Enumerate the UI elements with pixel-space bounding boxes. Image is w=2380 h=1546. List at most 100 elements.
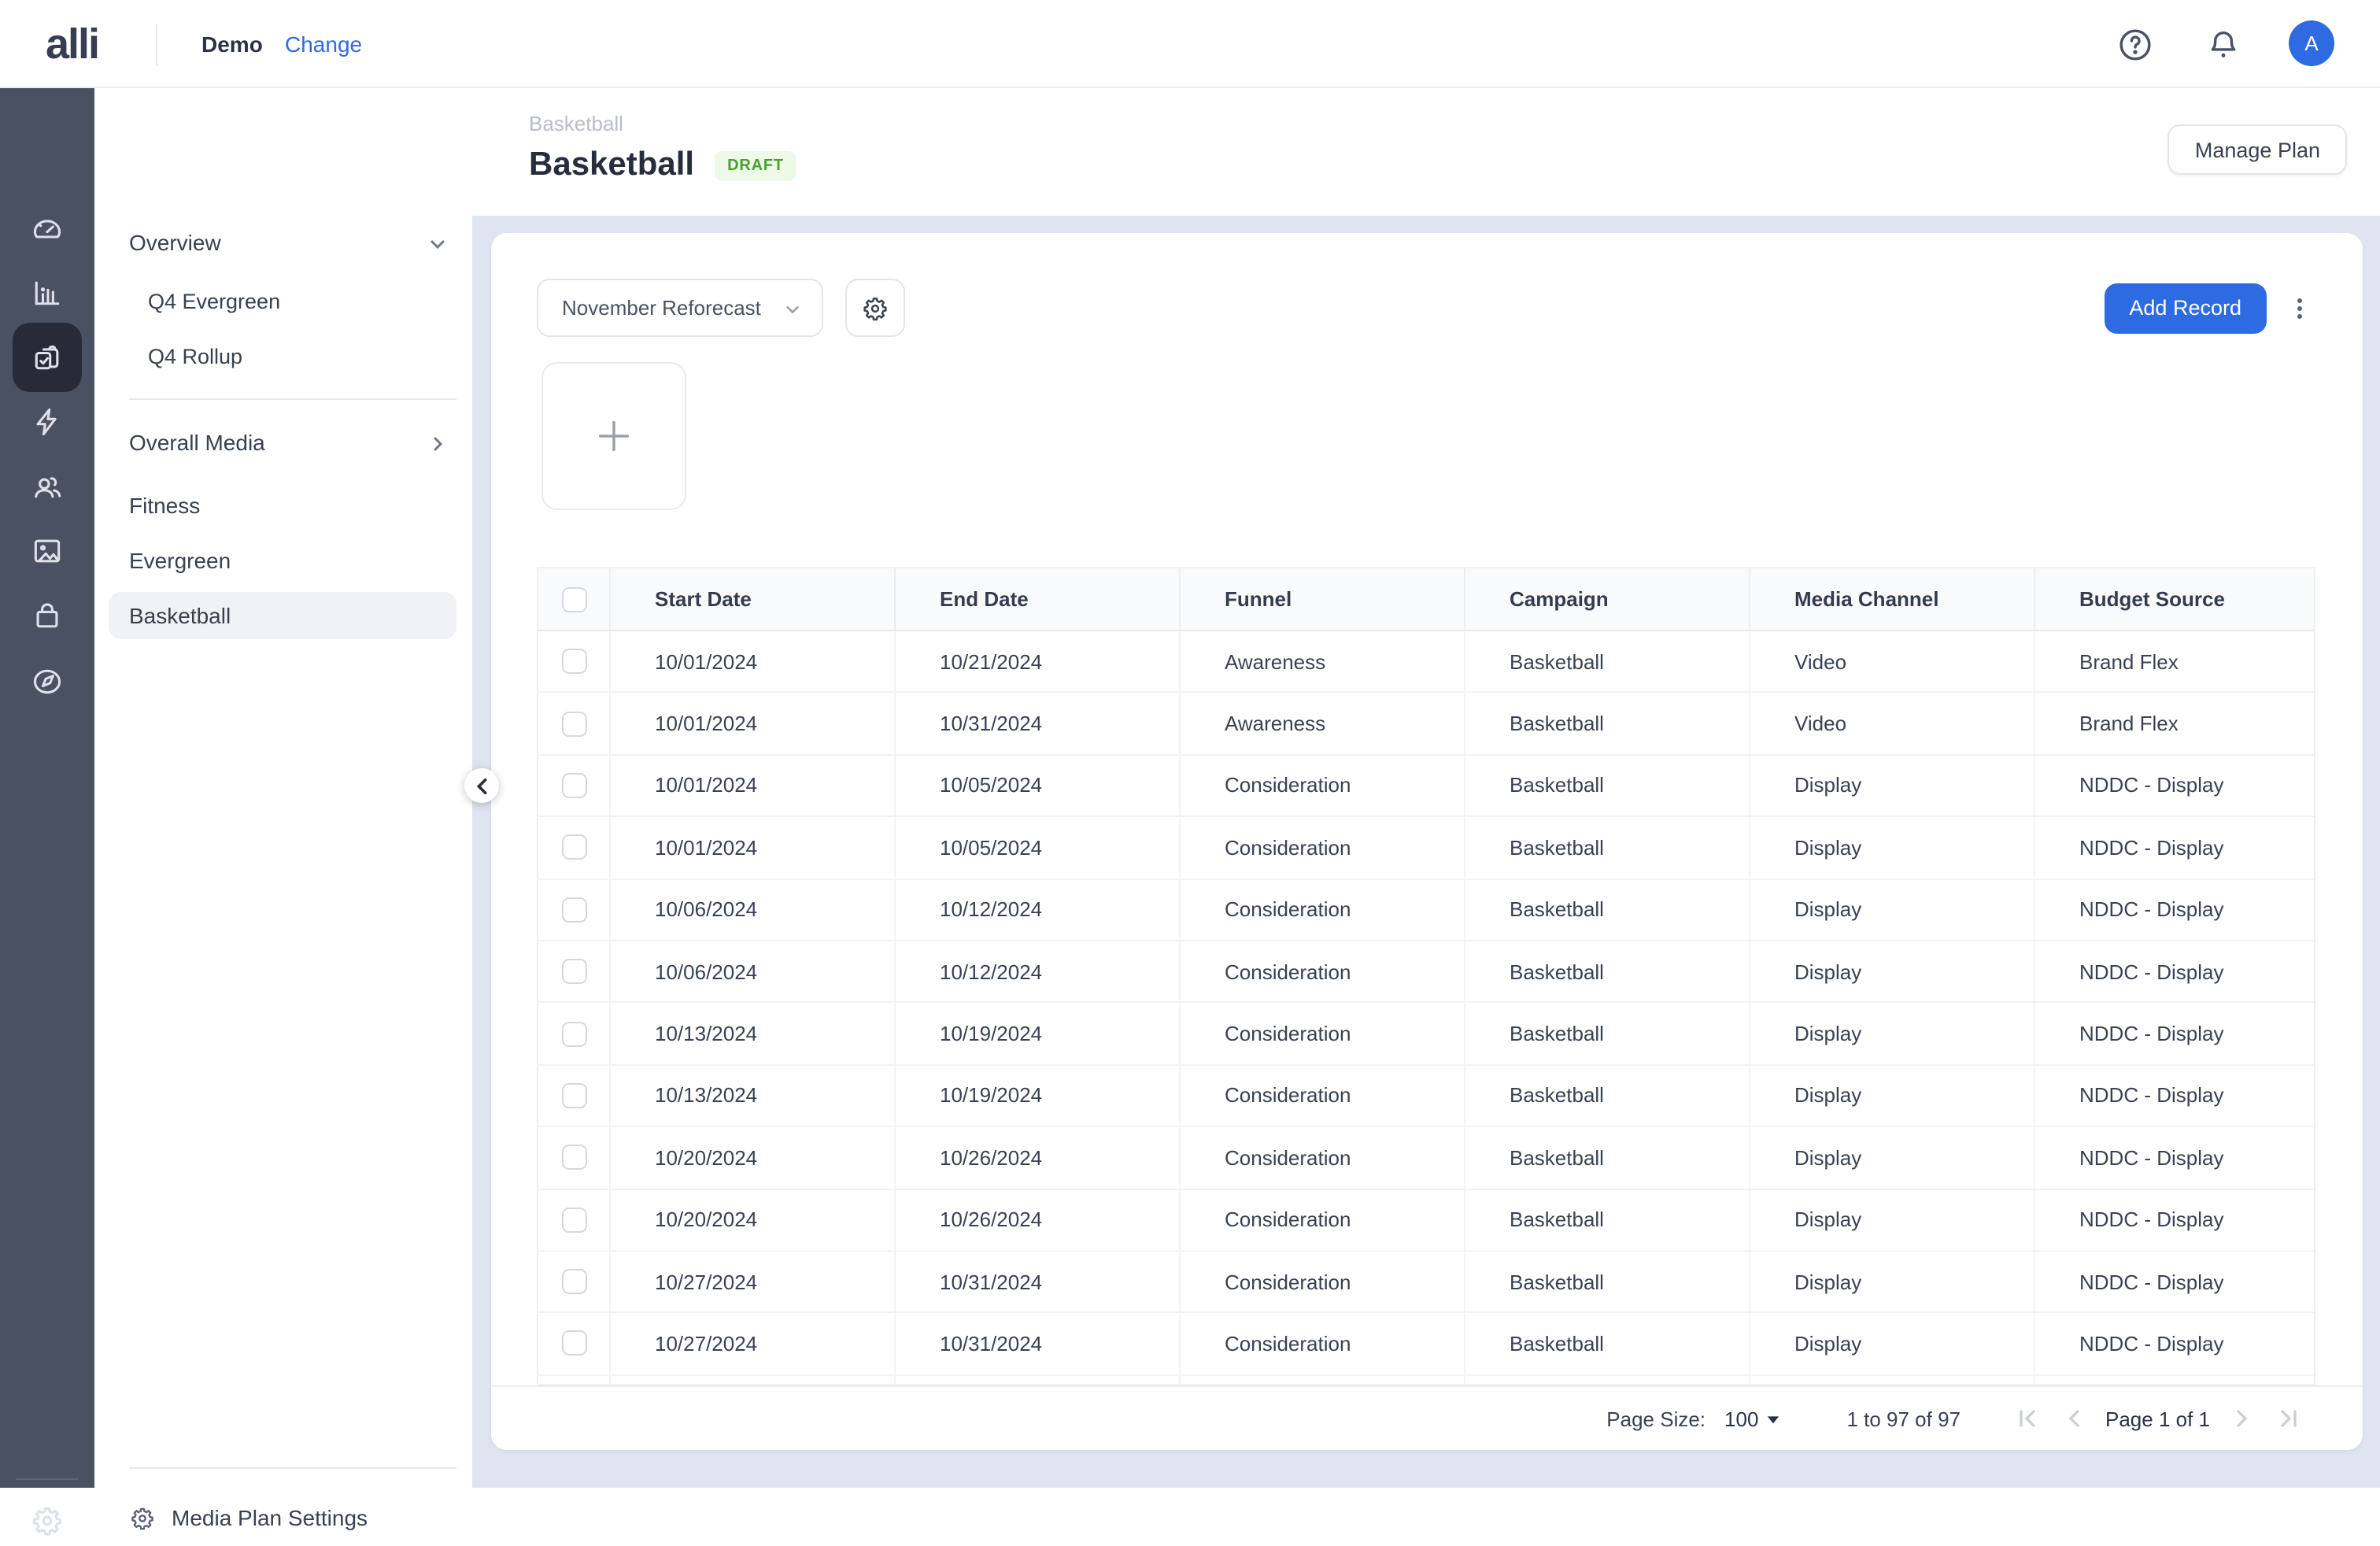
table-row: 10/27/2024 10/31/2024 Consideration Bask… bbox=[538, 1251, 2314, 1314]
avatar[interactable]: A bbox=[2289, 20, 2334, 66]
help-icon[interactable] bbox=[2117, 27, 2153, 63]
table-row: 10/01/2024 10/05/2024 Consideration Bask… bbox=[538, 817, 2314, 880]
table-cell: 10/26/2024 bbox=[894, 1189, 1179, 1250]
row-checkbox[interactable] bbox=[561, 1082, 586, 1108]
row-checkbox[interactable] bbox=[561, 1330, 586, 1356]
last-page-button[interactable] bbox=[2276, 1406, 2301, 1431]
table-cell: Consideration bbox=[1179, 1313, 1464, 1374]
row-checkbox[interactable] bbox=[561, 1269, 586, 1295]
rail-divider bbox=[16, 1478, 79, 1480]
table-cell: 10/01/2024 bbox=[609, 631, 894, 692]
manage-plan-button[interactable]: Manage Plan bbox=[2168, 124, 2347, 175]
rail-settings-gear-icon[interactable] bbox=[30, 1503, 65, 1538]
table-cell: 10/06/2024 bbox=[609, 879, 894, 940]
column-header-media-channel: Media Channel bbox=[1749, 568, 2034, 630]
chevron-down-icon bbox=[428, 233, 447, 252]
table-cell: 10/01/2024 bbox=[609, 817, 894, 878]
scenario-selector-value: November Reforecast bbox=[562, 296, 761, 320]
plan-sidebar: Overview Q4 Evergreen Q4 Rollup Overall … bbox=[94, 88, 472, 1530]
table-cell: Video bbox=[1749, 693, 2034, 754]
explore-compass-icon[interactable] bbox=[30, 664, 65, 699]
page-size-label: Page Size: bbox=[1606, 1407, 1706, 1430]
first-page-button[interactable] bbox=[2014, 1406, 2039, 1431]
status-badge: DRAFT bbox=[715, 150, 796, 180]
row-checkbox[interactable] bbox=[561, 1207, 586, 1233]
row-checkbox[interactable] bbox=[561, 649, 586, 675]
add-record-button[interactable]: Add Record bbox=[2104, 283, 2267, 333]
media-plans-active-tile[interactable] bbox=[13, 323, 82, 392]
row-checkbox[interactable] bbox=[561, 772, 586, 798]
table-cell: Consideration bbox=[1179, 817, 1464, 878]
row-checkbox-cell bbox=[538, 756, 609, 816]
row-checkbox-cell bbox=[538, 1004, 609, 1064]
add-flight-tile[interactable] bbox=[541, 362, 686, 510]
row-checkbox[interactable] bbox=[561, 1145, 586, 1171]
row-range-text: 1 to 97 of 97 bbox=[1846, 1407, 1961, 1430]
row-checkbox[interactable] bbox=[561, 959, 586, 985]
sidebar-item-evergreen[interactable]: Evergreen bbox=[109, 537, 456, 584]
table-cell: Basketball bbox=[1464, 1003, 1749, 1064]
activation-lightning-icon[interactable] bbox=[30, 405, 65, 439]
select-all-checkbox[interactable] bbox=[561, 586, 586, 612]
sidebar-item-label: Overview bbox=[129, 230, 221, 255]
chevron-left-icon bbox=[475, 777, 486, 794]
creative-image-icon[interactable] bbox=[30, 534, 65, 568]
sidebar-collapse-button[interactable] bbox=[464, 768, 499, 803]
sidebar-item-overall-media[interactable]: Overall Media bbox=[109, 419, 456, 466]
previous-page-button[interactable] bbox=[2061, 1406, 2086, 1431]
chevron-left-icon bbox=[2068, 1410, 2079, 1427]
main-content: Basketball Basketball DRAFT Manage Plan … bbox=[472, 88, 2380, 1488]
table-cell: 10/19/2024 bbox=[894, 1003, 1179, 1064]
table-cell: Basketball bbox=[1464, 817, 1749, 878]
table-cell: NDDC - Display bbox=[2034, 1003, 2314, 1064]
sidebar-item-overview[interactable]: Overview bbox=[109, 219, 456, 266]
row-checkbox-cell bbox=[538, 1127, 609, 1188]
column-header-funnel: Funnel bbox=[1179, 568, 1464, 630]
scenario-settings-button[interactable] bbox=[845, 279, 905, 337]
table-cell: Brand Flex bbox=[2034, 631, 2314, 692]
next-page-button[interactable] bbox=[2229, 1406, 2254, 1431]
row-checkbox-cell bbox=[538, 817, 609, 878]
audiences-users-icon[interactable] bbox=[30, 469, 65, 504]
row-checkbox-cell bbox=[538, 1252, 609, 1312]
records-table: Start Date End Date Funnel Campaign Medi… bbox=[537, 567, 2315, 1385]
table-cell: NDDC - Display bbox=[2034, 941, 2314, 1002]
more-options-kebab-icon[interactable] bbox=[2281, 283, 2319, 333]
sidebar-item-q4-rollup[interactable]: Q4 Rollup bbox=[109, 332, 456, 379]
alli-logo[interactable]: alli bbox=[46, 20, 100, 69]
card-toolbar: November Reforecast Add Record bbox=[537, 279, 2319, 337]
change-client-link[interactable]: Change bbox=[285, 31, 362, 57]
column-header-campaign: Campaign bbox=[1464, 568, 1749, 630]
row-checkbox[interactable] bbox=[561, 711, 586, 737]
table-cell: Consideration bbox=[1179, 879, 1464, 940]
table-cell: Basketball bbox=[1464, 693, 1749, 754]
commerce-bag-icon[interactable] bbox=[30, 598, 65, 633]
sidebar-item-basketball[interactable]: Basketball bbox=[109, 592, 456, 639]
table-cell: NDDC - Display bbox=[2034, 1189, 2314, 1250]
table-cell: Basketball bbox=[1464, 1251, 1749, 1312]
sidebar-item-q4-evergreen[interactable]: Q4 Evergreen bbox=[109, 277, 456, 324]
analytics-bar-chart-icon[interactable] bbox=[30, 276, 65, 310]
table-cell: 10/31/2024 bbox=[894, 1313, 1179, 1374]
row-checkbox[interactable] bbox=[561, 897, 586, 923]
sidebar-item-fitness[interactable]: Fitness bbox=[109, 482, 456, 529]
row-checkbox[interactable] bbox=[561, 834, 586, 860]
column-header-budget-source: Budget Source bbox=[2034, 568, 2314, 630]
media-plans-clipboard-icon bbox=[30, 340, 65, 375]
dashboard-gauge-icon[interactable] bbox=[30, 211, 65, 246]
table-cell: 10/19/2024 bbox=[894, 1065, 1179, 1126]
caret-down-icon bbox=[1768, 1415, 1779, 1423]
table-cell: Display bbox=[1749, 1251, 2034, 1312]
row-checkbox[interactable] bbox=[561, 1021, 586, 1047]
media-plan-settings-button[interactable]: Media Plan Settings bbox=[109, 1494, 456, 1541]
table-row: 10/13/2024 10/19/2024 Consideration Bask… bbox=[538, 1065, 2314, 1128]
sidebar-item-label: Q4 Evergreen bbox=[148, 289, 281, 313]
notifications-bell-icon[interactable] bbox=[2205, 27, 2241, 63]
page-indicator: Page 1 of 1 bbox=[2105, 1407, 2210, 1430]
settings-gear-icon bbox=[129, 1504, 156, 1531]
page-size-select[interactable]: 100 bbox=[1724, 1407, 1780, 1430]
plus-icon bbox=[598, 420, 630, 452]
scenario-selector[interactable]: November Reforecast bbox=[537, 279, 823, 337]
page-title: Basketball bbox=[529, 146, 695, 183]
table-cell: Basketball bbox=[1464, 631, 1749, 692]
